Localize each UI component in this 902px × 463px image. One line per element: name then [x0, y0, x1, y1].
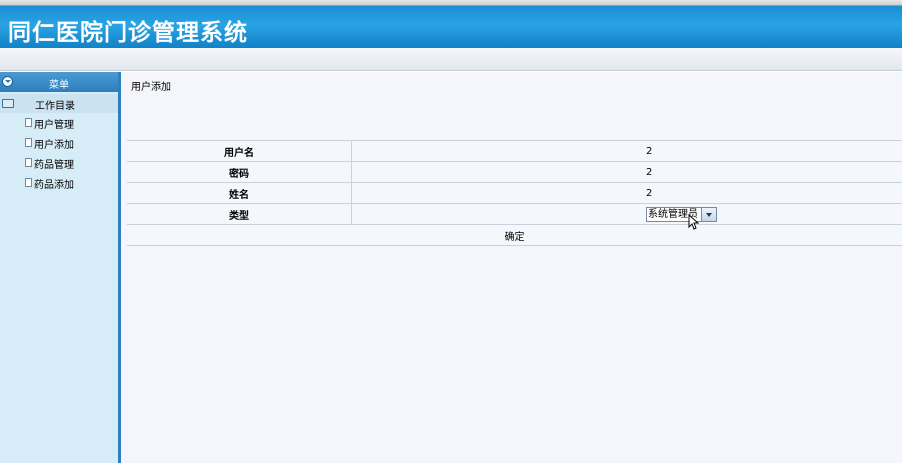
form-row-name: 姓名 2 — [127, 182, 902, 204]
type-cell: 系统管理员 — [351, 203, 902, 225]
page-title: 用户添加 — [131, 82, 171, 93]
sidebar-item-user-management[interactable]: 用户管理 — [0, 114, 118, 132]
folder-icon — [2, 99, 14, 108]
dropdown-arrow-icon[interactable] — [701, 207, 716, 221]
sidebar: 菜单 工作目录 用户管理 用户添加 药品管理 药品添加 — [0, 72, 118, 463]
sidebar-menu-header[interactable]: 菜单 — [0, 72, 118, 92]
sidebar-item-drug-add[interactable]: 药品添加 — [0, 174, 118, 192]
password-input[interactable]: 2 — [351, 161, 902, 183]
form-row-submit: 确定 — [127, 224, 902, 246]
sidebar-item-user-add[interactable]: 用户添加 — [0, 134, 118, 152]
type-select[interactable]: 系统管理员 — [646, 206, 717, 222]
sidebar-item-drug-management[interactable]: 药品管理 — [0, 154, 118, 172]
sidebar-item-label[interactable]: 药品添加 — [34, 176, 74, 191]
submit-cell: 确定 — [127, 224, 902, 246]
type-label: 类型 — [127, 203, 352, 225]
name-label: 姓名 — [127, 182, 352, 204]
form-row-username: 用户名 2 — [127, 140, 902, 162]
name-input[interactable]: 2 — [351, 182, 902, 204]
username-label: 用户名 — [127, 140, 352, 162]
document-icon — [25, 158, 32, 167]
main-content: 用户添加 用户名 2 密码 2 姓名 2 类型 系统管理员 确定 — [121, 72, 902, 463]
form-row-password: 密码 2 — [127, 161, 902, 183]
mouse-cursor-icon — [688, 214, 700, 230]
sidebar-menu-label: 菜单 — [49, 80, 69, 91]
document-icon — [25, 178, 32, 187]
sidebar-item-label[interactable]: 药品管理 — [34, 156, 74, 171]
document-icon — [25, 118, 32, 127]
app-banner: 同仁医院门诊管理系统 — [0, 6, 902, 48]
app-title: 同仁医院门诊管理系统 — [8, 20, 248, 46]
username-input[interactable]: 2 — [351, 140, 902, 162]
sidebar-item-label[interactable]: 用户添加 — [34, 136, 74, 151]
submit-button[interactable]: 确定 — [505, 232, 525, 243]
document-icon — [25, 138, 32, 147]
sidebar-folder-work[interactable]: 工作目录 — [0, 94, 118, 113]
password-label: 密码 — [127, 161, 352, 183]
sidebar-item-label[interactable]: 用户管理 — [34, 116, 74, 131]
banner-subbar — [0, 48, 902, 71]
sidebar-folder-label: 工作目录 — [35, 101, 75, 112]
form-row-type: 类型 系统管理员 — [127, 203, 902, 225]
user-add-form: 用户名 2 密码 2 姓名 2 类型 系统管理员 确定 — [127, 140, 902, 246]
